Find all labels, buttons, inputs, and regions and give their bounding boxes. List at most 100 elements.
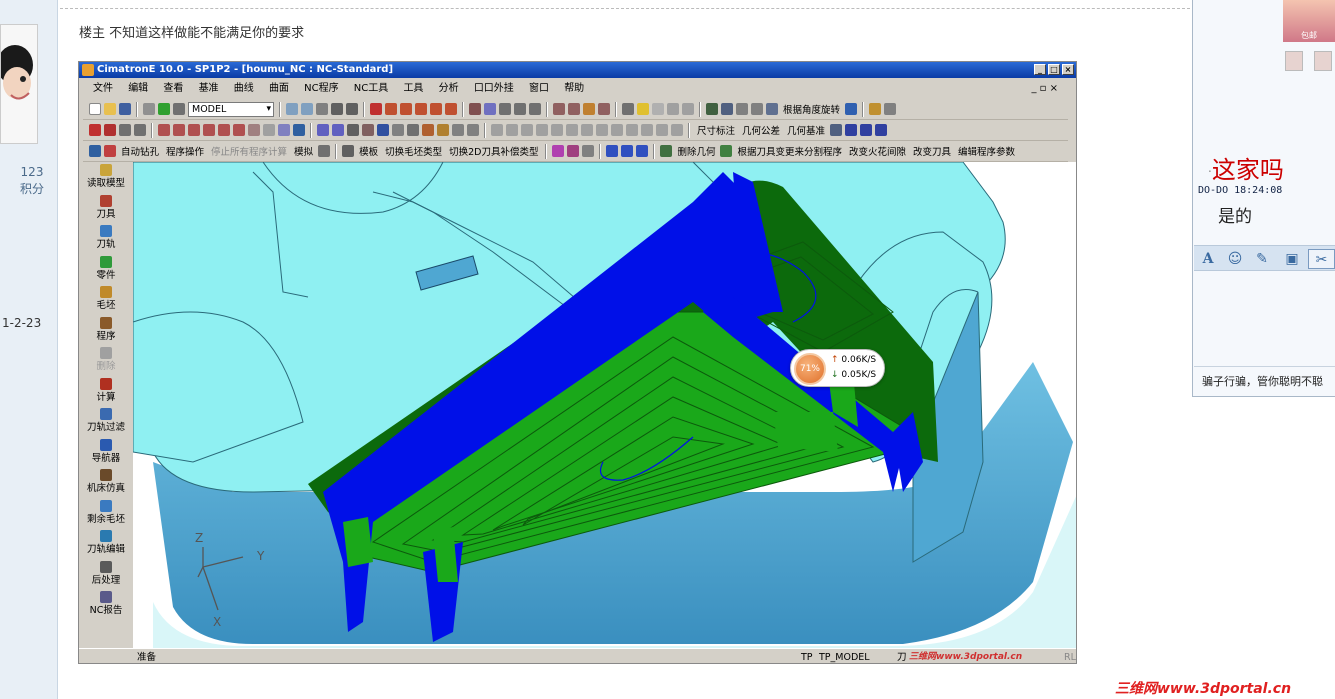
nc-sidebar-item[interactable]: 后处理 bbox=[79, 559, 133, 590]
curve-tool-icon-6[interactable] bbox=[233, 124, 245, 136]
auto-drill-button[interactable]: 自动钻孔 bbox=[121, 144, 159, 158]
shaded-icon[interactable] bbox=[484, 103, 496, 115]
menu-analysis[interactable]: 分析 bbox=[439, 83, 459, 94]
delete-geometry-button[interactable]: 删除几何 bbox=[677, 144, 715, 158]
view-back-icon[interactable] bbox=[445, 103, 457, 115]
nc-sidebar-item[interactable]: 程序 bbox=[79, 315, 133, 346]
table-icon[interactable] bbox=[830, 124, 843, 136]
nc-sidebar-item[interactable]: 刀轨编辑 bbox=[79, 528, 133, 559]
view-top-icon[interactable] bbox=[385, 103, 397, 115]
checkmark-icon[interactable] bbox=[860, 124, 873, 136]
surface-tool-icon-8[interactable] bbox=[437, 124, 449, 136]
nc-sidebar-item[interactable]: 零件 bbox=[79, 254, 133, 285]
change-spark-gap-button[interactable]: 改变火花间隙 bbox=[849, 144, 906, 158]
template-icon[interactable] bbox=[342, 145, 355, 157]
curve-tool-icon-2[interactable] bbox=[173, 124, 185, 136]
nc-tool-icon-3[interactable] bbox=[582, 145, 595, 157]
view-front-icon[interactable] bbox=[400, 103, 412, 115]
print-icon[interactable] bbox=[143, 103, 155, 115]
nc-sidebar-item[interactable]: 刀轨 bbox=[79, 223, 133, 254]
display-icon[interactable] bbox=[529, 103, 541, 115]
delete-geometry-icon[interactable] bbox=[660, 145, 673, 157]
curve-tool-icon-7[interactable] bbox=[248, 124, 260, 136]
nc-tree-icon[interactable] bbox=[89, 145, 101, 157]
nc-sidebar-item[interactable]: 刀轨过滤 bbox=[79, 406, 133, 437]
chat-avatar[interactable]: 包邮 bbox=[1283, 0, 1335, 42]
surface-tool-icon-4[interactable] bbox=[362, 124, 374, 136]
geometric-datum-button[interactable]: 几何基准 bbox=[787, 123, 825, 137]
switch-blank-type-dropdown[interactable]: 切换毛坯类型 bbox=[385, 144, 442, 158]
nc-sidebar-item[interactable]: NC报告 bbox=[79, 589, 133, 620]
zoom-icon[interactable] bbox=[316, 103, 328, 115]
zoom-window-icon[interactable] bbox=[301, 103, 313, 115]
program-operations-dropdown[interactable]: 程序操作 bbox=[166, 144, 204, 158]
text-a-icon[interactable] bbox=[845, 124, 858, 136]
auto-drill-icon[interactable] bbox=[104, 145, 116, 157]
nc-tool-icon-1[interactable] bbox=[552, 145, 565, 157]
geometric-tolerance-button[interactable]: 几何公差 bbox=[742, 123, 780, 137]
tree-icon[interactable] bbox=[751, 103, 763, 115]
fillet-icon[interactable] bbox=[641, 124, 653, 136]
nc-sidebar-item[interactable]: 导航器 bbox=[79, 437, 133, 468]
forward-icon[interactable] bbox=[682, 103, 694, 115]
template-dropdown[interactable]: 模板 bbox=[359, 144, 378, 158]
layers-icon[interactable] bbox=[766, 103, 778, 115]
menu-surface[interactable]: 曲面 bbox=[269, 83, 289, 94]
nc-tool-icon-2[interactable] bbox=[567, 145, 580, 157]
surface-tool-icon-10[interactable] bbox=[467, 124, 479, 136]
sketch-icon[interactable] bbox=[869, 103, 882, 115]
surface-tool-icon-5[interactable] bbox=[377, 124, 389, 136]
triangle-icon[interactable] bbox=[875, 124, 888, 136]
pan-icon[interactable] bbox=[331, 103, 343, 115]
menu-file[interactable]: 文件 bbox=[93, 83, 113, 94]
simulate-dropdown[interactable]: 模拟 bbox=[294, 144, 313, 158]
delete-x-icon[interactable] bbox=[104, 124, 116, 136]
menu-window[interactable]: 窗口 bbox=[529, 83, 549, 94]
menu-help[interactable]: 帮助 bbox=[564, 83, 584, 94]
sim-icon[interactable] bbox=[318, 145, 331, 157]
back-icon[interactable] bbox=[667, 103, 679, 115]
view-right-icon[interactable] bbox=[415, 103, 427, 115]
render-icon[interactable] bbox=[469, 103, 481, 115]
offset-icon[interactable] bbox=[596, 124, 608, 136]
nc-tool-icon-4[interactable] bbox=[606, 145, 619, 157]
pencil-icon[interactable] bbox=[506, 124, 518, 136]
network-speed-widget[interactable]: 71% ↑ 0.06K/S ↓ 0.05K/S bbox=[790, 349, 885, 387]
surface-tool-icon-9[interactable] bbox=[452, 124, 464, 136]
filter-icon[interactable] bbox=[553, 103, 565, 115]
nc-sidebar-item[interactable]: 删除 bbox=[79, 345, 133, 376]
maximize-button[interactable]: □ bbox=[1048, 64, 1060, 75]
curve-tool-icon-3[interactable] bbox=[188, 124, 200, 136]
grid-icon[interactable] bbox=[706, 103, 718, 115]
trim-icon[interactable] bbox=[581, 124, 593, 136]
line-icon[interactable] bbox=[491, 124, 503, 136]
chat-thumbnail-2[interactable] bbox=[1314, 51, 1332, 71]
eraser-icon[interactable] bbox=[551, 124, 563, 136]
curve-tool-icon-8[interactable] bbox=[263, 124, 275, 136]
menu-datum[interactable]: 基准 bbox=[199, 83, 219, 94]
curve-tool-icon-5[interactable] bbox=[218, 124, 230, 136]
close-button[interactable]: × bbox=[1062, 64, 1074, 75]
model-select[interactable]: MODEL bbox=[188, 101, 274, 117]
cursor-icon[interactable] bbox=[119, 124, 131, 136]
points-value[interactable]: 123 bbox=[12, 164, 52, 181]
nc-sidebar-item[interactable]: 刀具 bbox=[79, 193, 133, 224]
surface-tool-icon-1[interactable] bbox=[317, 124, 329, 136]
chat-thumbnail-1[interactable] bbox=[1285, 51, 1303, 71]
nc-sidebar-item[interactable]: 剩余毛坯 bbox=[79, 498, 133, 529]
split-program-icon[interactable] bbox=[720, 145, 733, 157]
measure-icon[interactable] bbox=[721, 103, 733, 115]
surface-tool-icon-2[interactable] bbox=[332, 124, 344, 136]
cross-icon[interactable] bbox=[566, 124, 578, 136]
image-icon[interactable]: ▣ bbox=[1282, 249, 1302, 269]
edit-program-params-button[interactable]: 编辑程序参数 bbox=[958, 144, 1015, 158]
open-file-icon[interactable] bbox=[104, 103, 116, 115]
layer-icon[interactable] bbox=[158, 103, 170, 115]
menu-nc-tools[interactable]: NC工具 bbox=[354, 83, 388, 94]
emoji-icon[interactable]: ☺ bbox=[1225, 249, 1245, 269]
circle-icon[interactable] bbox=[521, 124, 533, 136]
corner-icon[interactable] bbox=[611, 124, 623, 136]
switch-2d-comp-dropdown[interactable]: 切换2D刀具补偿类型 bbox=[449, 144, 538, 158]
change-tool-button[interactable]: 改变刀具 bbox=[913, 144, 951, 158]
view-left-icon[interactable] bbox=[430, 103, 442, 115]
